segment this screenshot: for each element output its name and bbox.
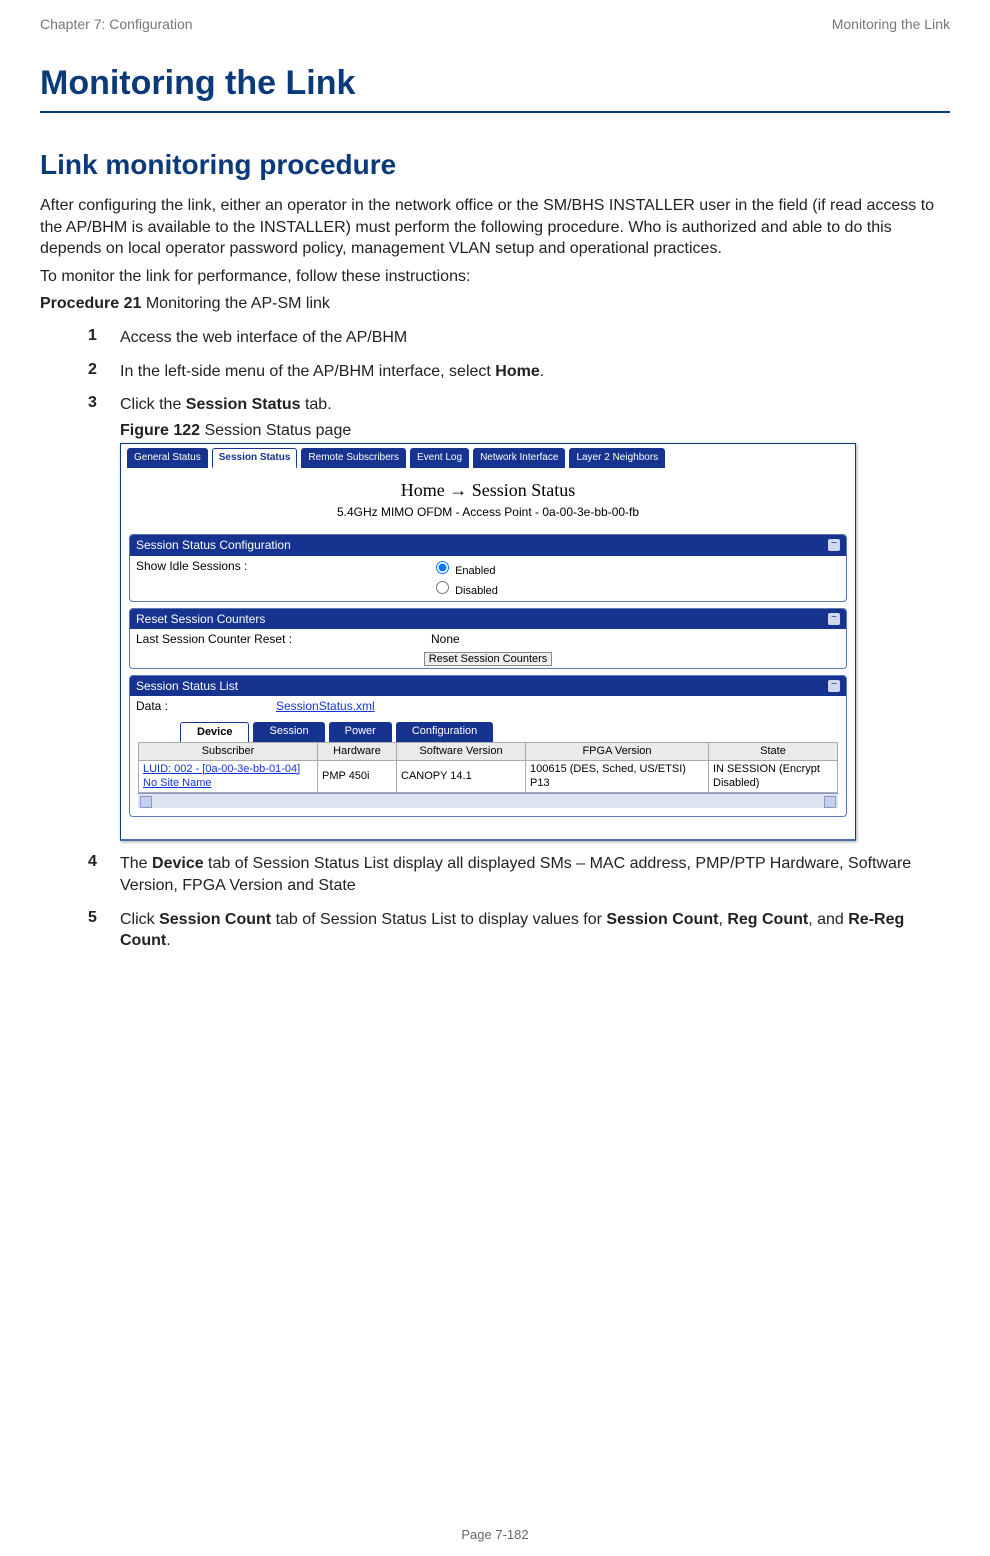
panel-reset-counters: Reset Session Counters − Last Session Co… bbox=[129, 608, 847, 668]
session-status-xml-link[interactable]: SessionStatus.xml bbox=[276, 698, 840, 714]
step-number: 1 bbox=[88, 321, 120, 355]
step-2: 2 In the left-side menu of the AP/BHM in… bbox=[88, 355, 950, 389]
step-text: Access the web interface of the AP/BHM bbox=[120, 321, 950, 355]
col-software: Software Version bbox=[397, 742, 526, 760]
col-fpga: FPGA Version bbox=[526, 742, 709, 760]
device-subinfo: 5.4GHz MIMO OFDM - Access Point - 0a-00-… bbox=[121, 504, 855, 528]
session-count-tab-name: Session Count bbox=[159, 911, 271, 928]
subscriber-site-link[interactable]: No Site Name bbox=[143, 777, 211, 789]
step-3: 3 Click the Session Status tab. Figure 1… bbox=[88, 388, 950, 847]
page-tabbar: General Status Session Status Remote Sub… bbox=[121, 444, 855, 468]
tab-remote-subscribers[interactable]: Remote Subscribers bbox=[301, 448, 406, 468]
figure-title: Session Status page bbox=[200, 422, 351, 439]
step-1: 1 Access the web interface of the AP/BHM bbox=[88, 321, 950, 355]
procedure-steps: 1 Access the web interface of the AP/BHM… bbox=[88, 321, 950, 958]
col-subscriber: Subscriber bbox=[139, 742, 318, 760]
radio-enabled-input[interactable] bbox=[436, 561, 449, 574]
step-number: 4 bbox=[88, 847, 120, 902]
procedure-text: Monitoring the AP-SM link bbox=[141, 295, 330, 312]
figure-label: Figure 122 bbox=[120, 422, 200, 439]
session-table: Subscriber Hardware Software Version FPG… bbox=[138, 742, 838, 794]
collapse-icon[interactable]: − bbox=[828, 613, 840, 625]
panel-session-list: Session Status List − Data : SessionStat… bbox=[129, 675, 847, 818]
page-number: Page 7-182 bbox=[0, 1527, 990, 1542]
collapse-icon[interactable]: − bbox=[828, 539, 840, 551]
menu-home: Home bbox=[495, 363, 539, 380]
procedure-label: Procedure 21 bbox=[40, 295, 141, 312]
step-text: The Device tab of Session Status List di… bbox=[120, 847, 950, 902]
intro-paragraph-1: After configuring the link, either an op… bbox=[40, 195, 950, 260]
device-tab-name: Device bbox=[152, 855, 204, 872]
cell-hardware: PMP 450i bbox=[318, 760, 397, 793]
page-header: Chapter 7: Configuration Monitoring the … bbox=[40, 10, 950, 56]
intro-paragraph-2: To monitor the link for performance, fol… bbox=[40, 266, 950, 288]
reg-count-name: Reg Count bbox=[727, 911, 808, 928]
last-reset-label: Last Session Counter Reset : bbox=[136, 631, 431, 647]
collapse-icon[interactable]: − bbox=[828, 680, 840, 692]
step-4: 4 The Device tab of Session Status List … bbox=[88, 847, 950, 902]
cell-software: CANOPY 14.1 bbox=[397, 760, 526, 793]
step-number: 2 bbox=[88, 355, 120, 389]
panel-title: Session Status List bbox=[136, 678, 238, 694]
radio-disabled-input[interactable] bbox=[436, 581, 449, 594]
cell-state: IN SESSION (Encrypt Disabled) bbox=[709, 760, 838, 793]
step-text: Click Session Count tab of Session Statu… bbox=[120, 903, 950, 958]
step-number: 5 bbox=[88, 903, 120, 958]
header-right: Monitoring the Link bbox=[832, 16, 950, 32]
tab-event-log[interactable]: Event Log bbox=[410, 448, 469, 468]
tab-session-status[interactable]: Session Status bbox=[212, 448, 298, 468]
tab-general-status[interactable]: General Status bbox=[127, 448, 208, 468]
procedure-line: Procedure 21 Monitoring the AP-SM link bbox=[40, 293, 950, 315]
session-count-value-name: Session Count bbox=[606, 911, 718, 928]
step-text: In the left-side menu of the AP/BHM inte… bbox=[120, 355, 950, 389]
reset-session-counters-button[interactable]: Reset Session Counters bbox=[424, 652, 553, 666]
panel-title: Session Status Configuration bbox=[136, 537, 291, 553]
subscriber-luid-link[interactable]: LUID: 002 - [0a-00-3e-bb-01-04] bbox=[143, 763, 300, 775]
table-row: LUID: 002 - [0a-00-3e-bb-01-04] No Site … bbox=[139, 760, 838, 793]
col-state: State bbox=[709, 742, 838, 760]
col-hardware: Hardware bbox=[318, 742, 397, 760]
table-header-row: Subscriber Hardware Software Version FPG… bbox=[139, 742, 838, 760]
last-reset-value: None bbox=[431, 631, 840, 647]
radio-enabled[interactable]: Enabled bbox=[431, 558, 840, 579]
step-number: 3 bbox=[88, 388, 120, 847]
tab-layer2-neighbors[interactable]: Layer 2 Neighbors bbox=[569, 448, 665, 468]
step-5: 5 Click Session Count tab of Session Sta… bbox=[88, 903, 950, 958]
inner-tab-device[interactable]: Device bbox=[180, 722, 249, 742]
tab-network-interface[interactable]: Network Interface bbox=[473, 448, 565, 468]
data-label: Data : bbox=[136, 698, 276, 714]
header-chapter: Chapter 7: Configuration bbox=[40, 16, 193, 32]
session-list-inner-tabs: Device Session Power Configuration bbox=[130, 716, 846, 742]
page-title: Monitoring the Link bbox=[40, 64, 950, 113]
tab-session-status-name: Session Status bbox=[186, 396, 301, 413]
panel-title: Reset Session Counters bbox=[136, 611, 265, 627]
breadcrumb: Home → Session Status bbox=[121, 468, 855, 504]
inner-tab-power[interactable]: Power bbox=[329, 722, 392, 742]
cell-fpga: 100615 (DES, Sched, US/ETSI) P13 bbox=[526, 760, 709, 793]
idle-sessions-label: Show Idle Sessions : bbox=[136, 558, 431, 600]
radio-disabled[interactable]: Disabled bbox=[431, 578, 840, 599]
panel-session-config: Session Status Configuration − Show Idle… bbox=[129, 534, 847, 602]
embedded-screenshot: General Status Session Status Remote Sub… bbox=[120, 443, 856, 841]
inner-tab-configuration[interactable]: Configuration bbox=[396, 722, 493, 742]
horizontal-scrollbar[interactable] bbox=[138, 793, 838, 808]
step-text: Click the Session Status tab. Figure 122… bbox=[120, 388, 950, 847]
inner-tab-session[interactable]: Session bbox=[253, 722, 324, 742]
section-title: Link monitoring procedure bbox=[40, 149, 950, 181]
